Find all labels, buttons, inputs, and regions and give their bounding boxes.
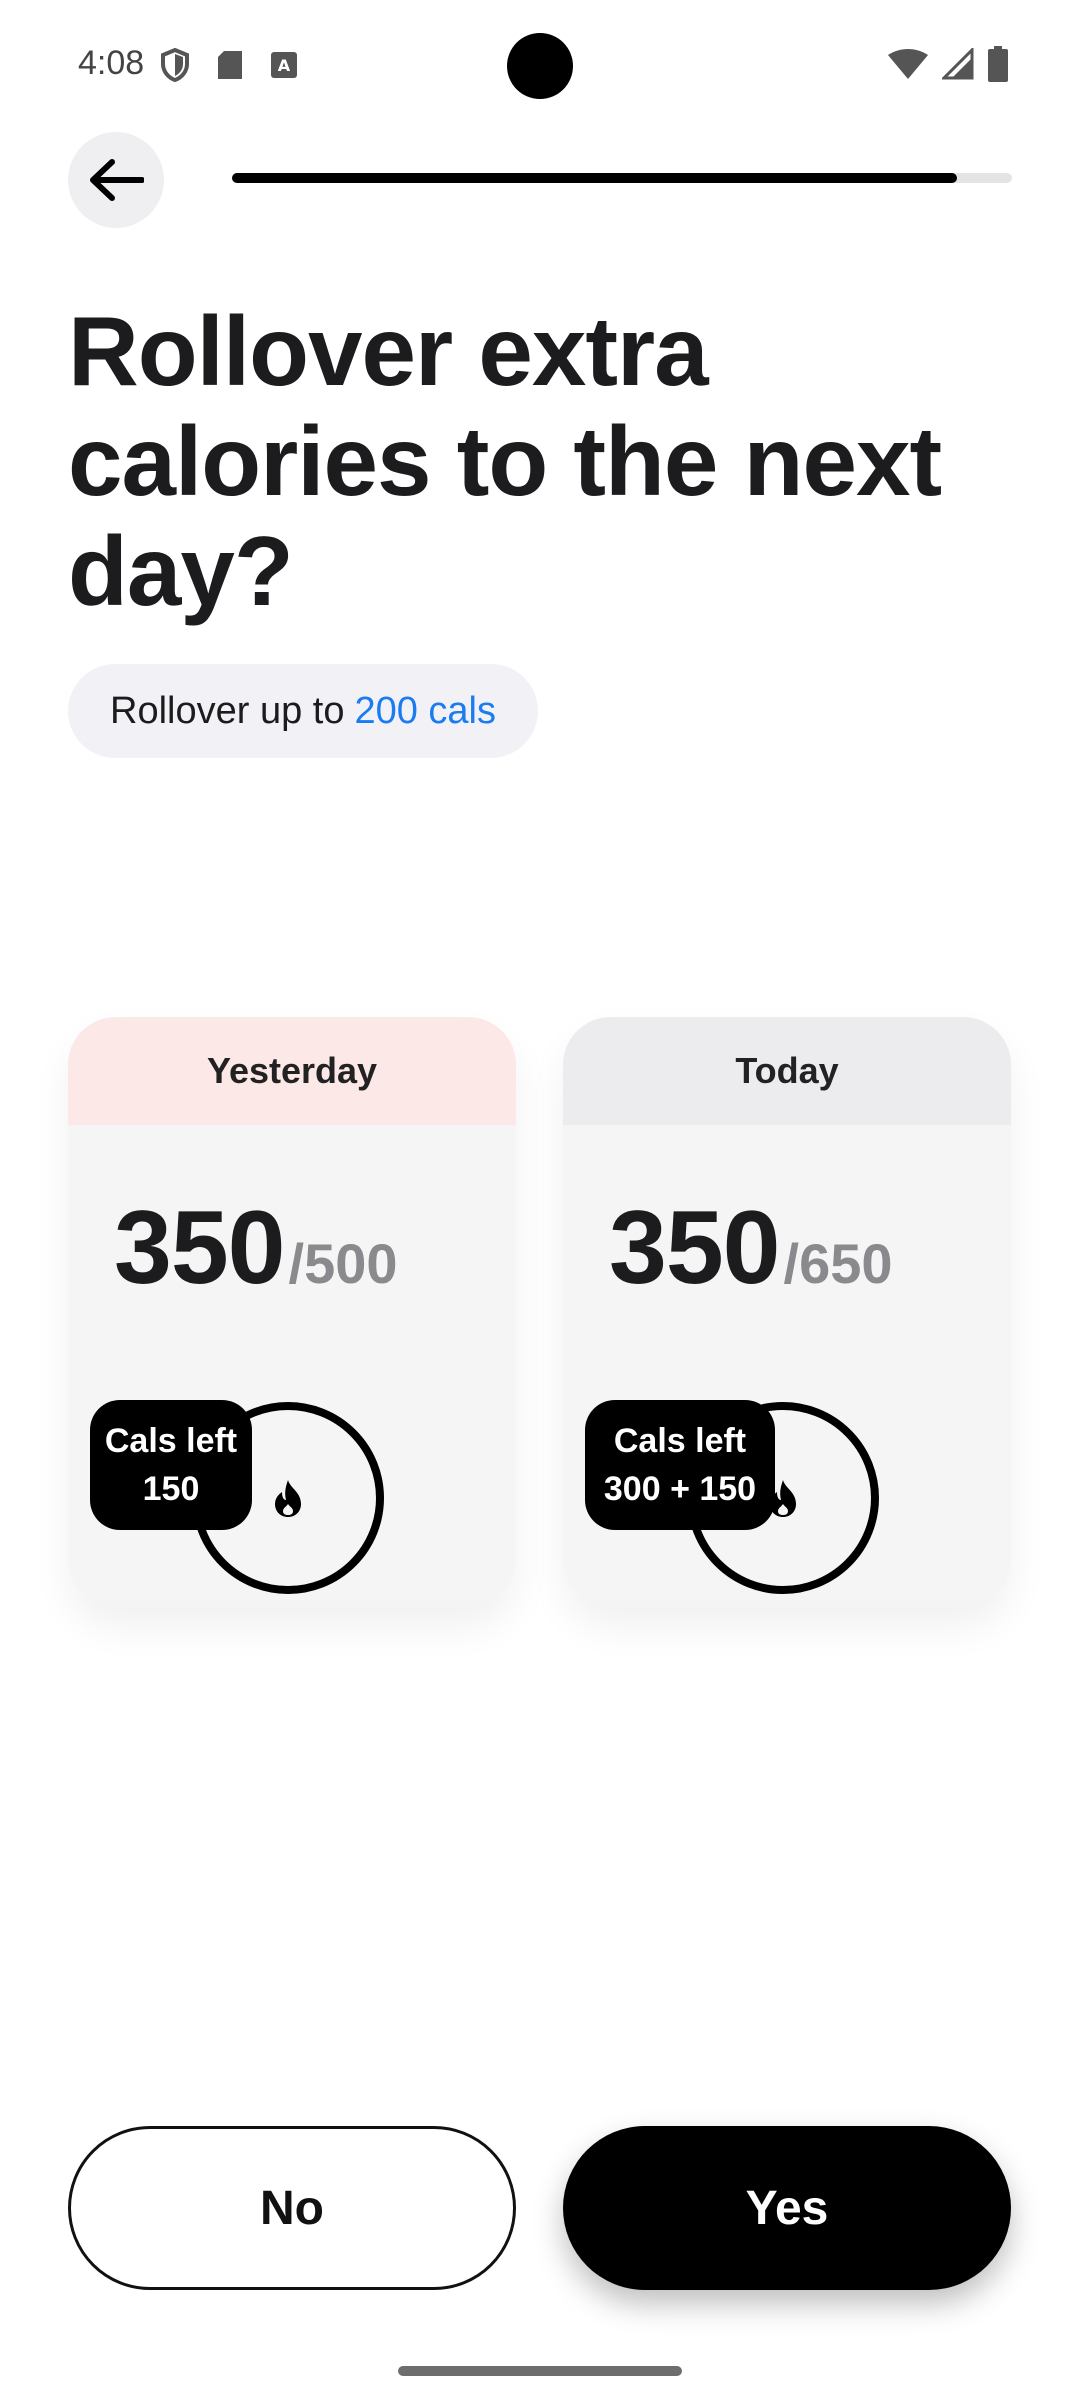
today-card: Today 350 /650 Cals left 300 + 150	[563, 1017, 1011, 1607]
calorie-value: 350 /650	[609, 1189, 893, 1308]
status-time: 4:08	[78, 44, 145, 82]
yes-button[interactable]: Yes	[563, 2126, 1011, 2290]
flame-icon	[275, 1480, 301, 1517]
shield-icon	[161, 48, 189, 82]
cals-left-value: 150	[142, 1470, 200, 1508]
calories-goal: /650	[783, 1232, 893, 1295]
rollover-amount: 200 cals	[354, 689, 497, 732]
svg-text:A: A	[278, 56, 291, 75]
no-button[interactable]: No	[68, 2126, 516, 2290]
card-header-today: Today	[563, 1017, 1011, 1125]
status-icons-left: A	[160, 48, 298, 82]
cals-left-value: 300 + 150	[603, 1470, 757, 1508]
calorie-value: 350 /500	[114, 1189, 398, 1308]
wifi-icon	[888, 49, 928, 79]
signal-icon	[942, 48, 974, 80]
sd-card-icon	[218, 51, 242, 79]
back-button[interactable]	[68, 132, 164, 228]
calories-goal: /500	[288, 1232, 398, 1295]
status-bar: 4:08 A	[0, 0, 1080, 130]
cals-left-badge: Cals left 150	[90, 1400, 252, 1530]
progress-fill	[232, 173, 958, 183]
card-header-yesterday: Yesterday	[68, 1017, 516, 1125]
camera-cutout	[507, 33, 573, 99]
cals-left-badge: Cals left 300 + 150	[585, 1400, 775, 1530]
status-icons-right	[888, 46, 1008, 82]
rollover-limit-pill: Rollover up to 200 cals	[68, 664, 539, 758]
page-title: Rollover extra calories to the next day?	[68, 296, 942, 626]
keyboard-a-icon: A	[271, 52, 297, 78]
cals-left-title: Cals left	[104, 1422, 238, 1460]
arrow-left-icon	[90, 159, 144, 201]
rollover-prefix: Rollover up to	[110, 689, 345, 732]
battery-icon	[988, 46, 1008, 82]
cals-left-title: Cals left	[613, 1422, 747, 1460]
calories-consumed: 350	[114, 1190, 286, 1306]
calories-consumed: 350	[609, 1190, 781, 1306]
home-indicator	[398, 2366, 682, 2376]
yesterday-card: Yesterday 350 /500 Cals left 150	[68, 1017, 516, 1607]
onboarding-progress-bar	[232, 173, 1012, 183]
